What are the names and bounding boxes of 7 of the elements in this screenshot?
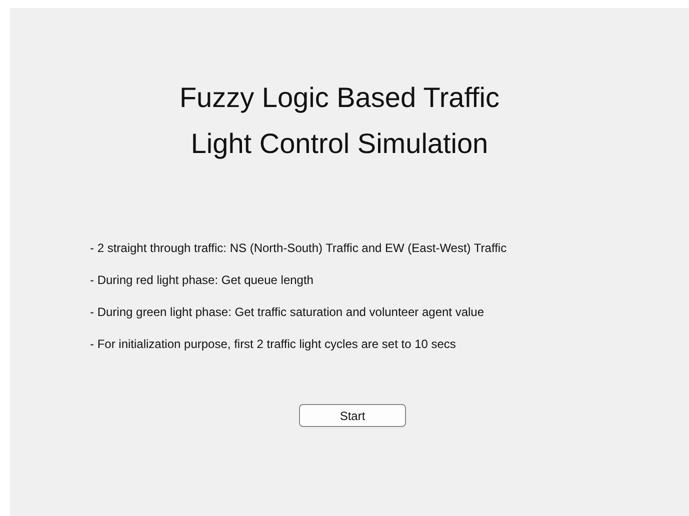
info-text: - During red light phase: Get queue length <box>90 272 314 289</box>
start-button[interactable]: Start <box>299 404 406 427</box>
app-title: Fuzzy Logic Based Traffic <box>178 81 501 115</box>
info-text: - For initialization purpose, first 2 traffic light cycles are set to 10 secs <box>90 336 457 353</box>
app-title: Light Control Simulation <box>190 127 490 161</box>
info-text: - 2 straight through traffic: NS (North-South) Traffic and EW (East-West) Traffic <box>90 240 508 257</box>
info-text: - During green light phase: Get traffic saturation and volunteer agent value <box>90 304 486 321</box>
